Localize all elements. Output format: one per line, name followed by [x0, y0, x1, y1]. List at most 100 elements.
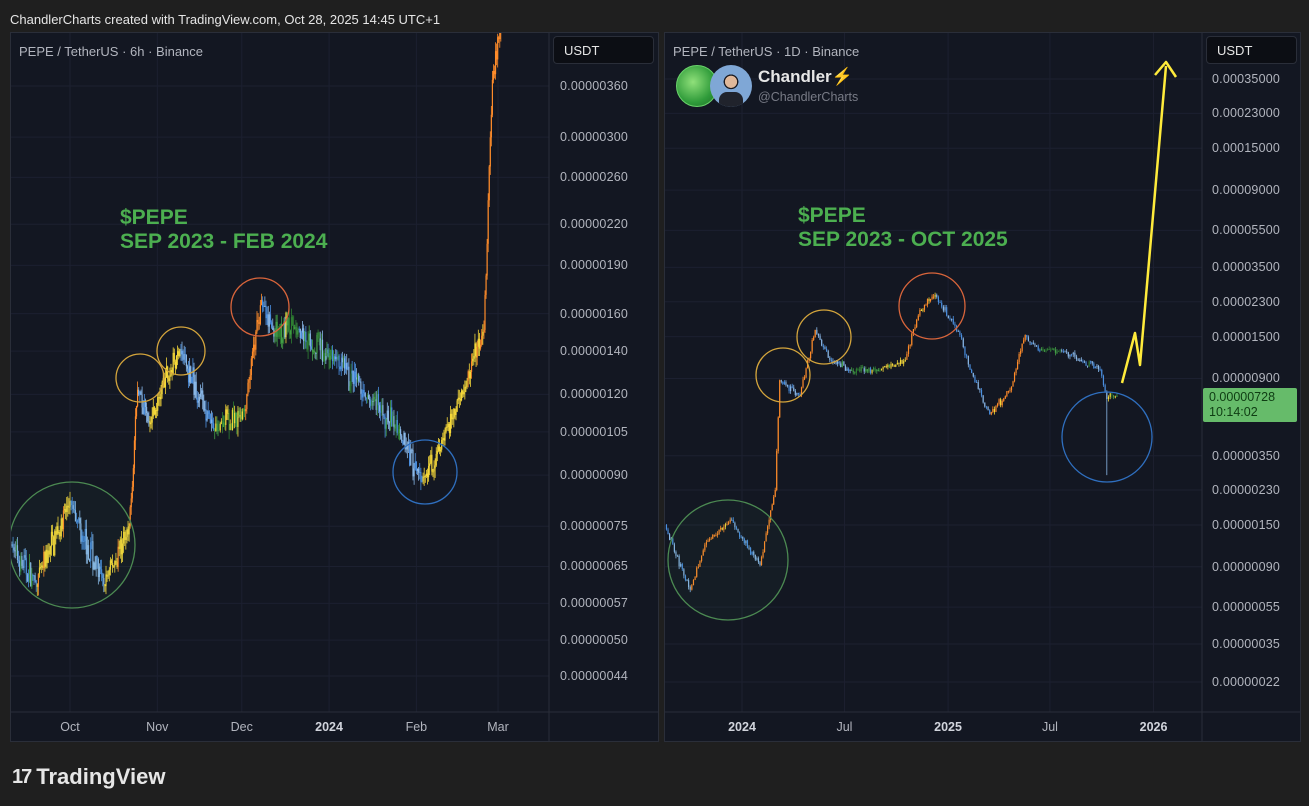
currency-label[interactable]: USDT — [1206, 36, 1297, 64]
candle-body — [181, 350, 183, 355]
candle-body — [464, 386, 466, 393]
candle-body — [1104, 385, 1106, 392]
candle-body — [790, 386, 792, 392]
candle-body — [782, 381, 784, 384]
candle-body — [264, 305, 266, 307]
annotation-line: SEP 2023 - FEB 2024 — [120, 230, 328, 253]
candle-body — [496, 51, 498, 60]
currency-label[interactable]: USDT — [553, 36, 654, 64]
candle-body — [177, 351, 179, 356]
candle-body — [184, 354, 186, 356]
candle-body — [1024, 335, 1026, 341]
time-tick-label: Oct — [60, 720, 80, 734]
annotation-line: $PEPE — [120, 206, 188, 229]
candle-body — [337, 355, 339, 360]
candle-body — [985, 406, 988, 408]
candle-body — [268, 314, 270, 327]
candle-body — [300, 332, 303, 338]
candle-body — [888, 364, 891, 368]
candle-body — [197, 400, 199, 403]
candle-body — [974, 376, 976, 382]
candle-body — [216, 423, 218, 431]
candle-body — [376, 393, 378, 410]
candle-body — [386, 410, 388, 420]
candle-body — [1051, 348, 1053, 350]
candle-body — [862, 367, 864, 369]
candle-body — [954, 323, 956, 326]
candle-body — [1020, 350, 1022, 354]
candle-body — [206, 418, 208, 421]
candle-body — [362, 389, 364, 398]
candle-body — [360, 381, 362, 394]
candle-body — [468, 371, 470, 379]
candle-body — [925, 304, 927, 306]
candle-body — [304, 331, 306, 342]
candle-body — [780, 380, 782, 382]
symbol-title[interactable]: PEPE / TetherUS · 6h · Binance — [19, 44, 203, 59]
bar-countdown: 10:14:02 — [1209, 405, 1258, 419]
time-tick-label: 2026 — [1139, 720, 1168, 734]
candle-body — [345, 363, 347, 369]
candle-body — [457, 397, 459, 401]
price-tick-label: 0.00000150 — [1212, 518, 1281, 532]
price-tick-label: 0.00000055 — [1212, 600, 1281, 615]
candle-body — [167, 366, 169, 379]
candle-body — [473, 356, 475, 359]
candle-body — [470, 361, 473, 372]
candle-body — [235, 412, 237, 418]
candle-body — [837, 361, 839, 364]
candle-body — [228, 412, 230, 430]
candle-body — [413, 468, 415, 477]
candle-body — [841, 361, 843, 368]
candle-body — [474, 343, 476, 357]
candle-body — [201, 390, 203, 394]
candle-body — [296, 330, 298, 335]
price-tick-label: 0.00001500 — [1212, 329, 1281, 344]
price-tick-label: 0.00035000 — [1212, 72, 1281, 86]
candle-body — [971, 369, 973, 373]
candle-body — [814, 329, 816, 338]
candle-body — [452, 417, 454, 420]
candle-body — [340, 362, 342, 370]
candle-body — [893, 365, 895, 367]
candle-body — [313, 350, 315, 352]
candle-body — [210, 419, 213, 423]
candle-body — [182, 350, 184, 360]
candle-body — [179, 349, 181, 357]
candle-body — [966, 355, 968, 357]
tradingview-logo[interactable]: 17 TradingView — [12, 764, 165, 790]
candle-body — [500, 30, 501, 33]
candle-body — [247, 382, 249, 395]
candle-body — [1082, 361, 1084, 363]
candle-body — [208, 411, 210, 415]
candle-body — [316, 334, 318, 354]
candle-body — [165, 366, 168, 378]
candle-body — [785, 382, 787, 386]
candle-body — [384, 416, 386, 429]
candle-body — [1080, 359, 1082, 362]
candle-body — [779, 380, 781, 418]
candle-body — [478, 338, 481, 349]
candle-body — [309, 333, 311, 347]
candle-body — [142, 407, 144, 414]
candle-body — [486, 243, 488, 276]
candle-body — [147, 413, 149, 422]
candle-body — [990, 411, 992, 415]
price-tick-label: 0.00000022 — [1212, 675, 1281, 690]
candle-body — [232, 409, 235, 424]
symbol-title[interactable]: PEPE / TetherUS · 1D · Binance — [673, 44, 859, 59]
candle-body — [490, 114, 492, 138]
annotation-line: SEP 2023 - OCT 2025 — [798, 228, 1008, 251]
candle-body — [256, 319, 258, 332]
price-tick-label: 0.00000090 — [560, 468, 629, 483]
candle-body — [449, 413, 452, 434]
candle-body — [203, 399, 205, 411]
candle-body — [237, 410, 239, 428]
candle-body — [269, 314, 272, 323]
candle-body — [1064, 351, 1066, 353]
highlight-circle-green — [11, 481, 136, 609]
candle-body — [1091, 361, 1093, 364]
candle-body — [824, 347, 826, 349]
candle-body — [213, 423, 215, 430]
candle-body — [218, 430, 220, 432]
